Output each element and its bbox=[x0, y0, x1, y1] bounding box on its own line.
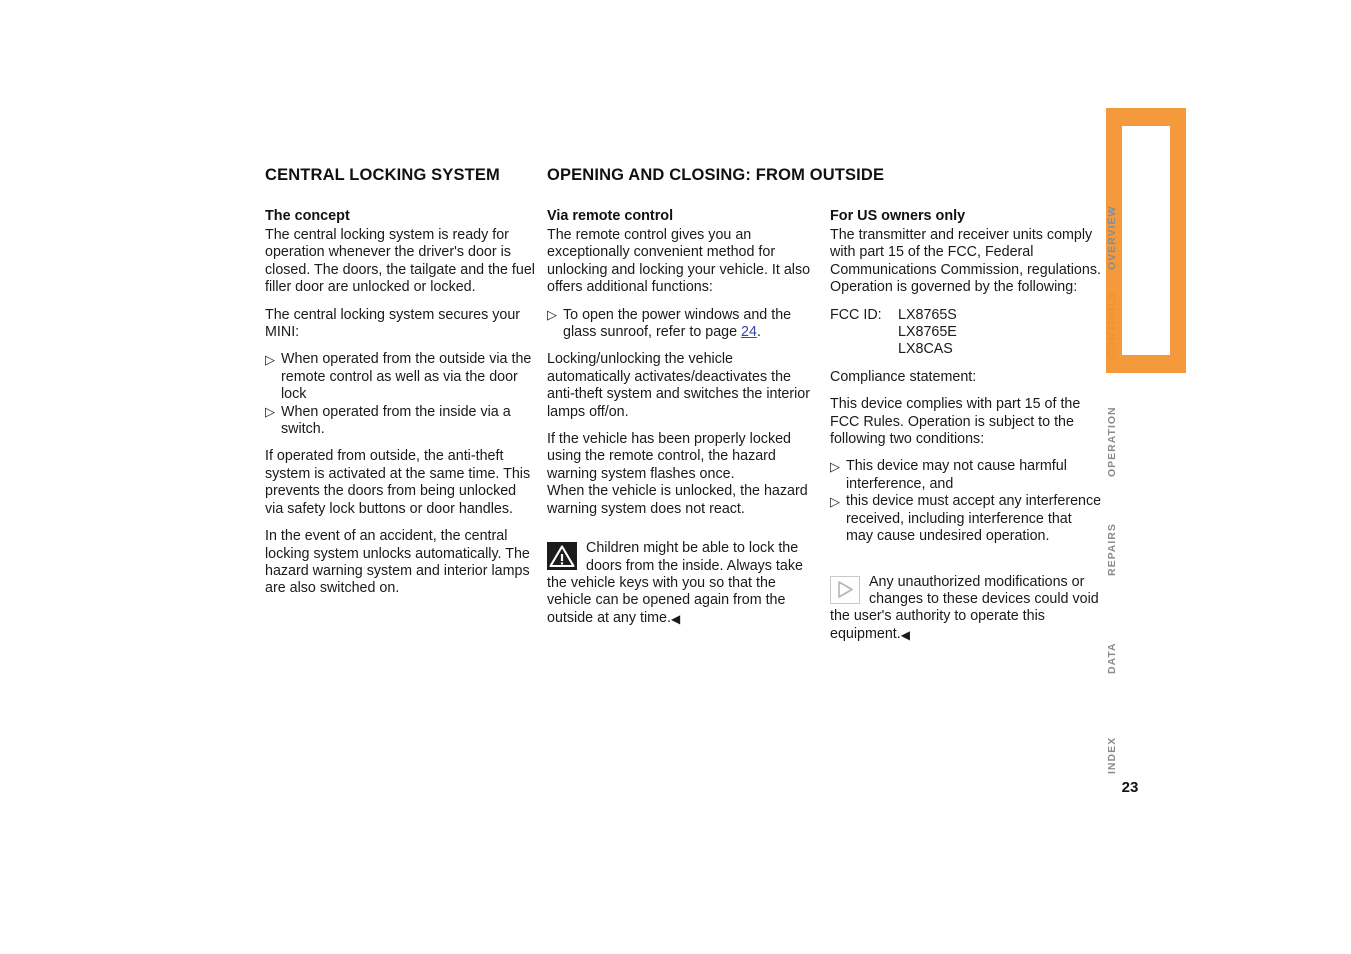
table-row: LX8765E bbox=[830, 324, 1102, 341]
paragraph: If the vehicle has been properly locked … bbox=[547, 431, 791, 482]
table-row: LX8CAS bbox=[830, 341, 1102, 358]
note-notice: Any unauthorized modifications or change… bbox=[830, 574, 1102, 644]
subheading-the-concept: The concept bbox=[265, 208, 350, 224]
subheading-via-remote-control: Via remote control bbox=[547, 208, 674, 224]
subheading-for-us-owners-only: For US owners only bbox=[830, 208, 966, 224]
list-item: ▷ When operated from the outside via the… bbox=[265, 351, 537, 403]
paragraph: This device complies with part 15 of the… bbox=[830, 396, 1081, 448]
sidebar-tab-controls[interactable]: CONTROLS bbox=[1106, 280, 1186, 370]
list-item: ▷ To open the power windows and the glas… bbox=[547, 307, 819, 342]
fcc-id-value: LX8CAS bbox=[898, 341, 953, 358]
sidebar-tab-repairs[interactable]: REPAIRS bbox=[1106, 500, 1186, 600]
bullet-list: ▷ To open the power windows and the glas… bbox=[547, 307, 819, 342]
paragraph: The central locking system is ready for … bbox=[265, 227, 535, 296]
triangle-bullet-icon: ▷ bbox=[265, 351, 275, 367]
page-number: 23 bbox=[1121, 779, 1139, 796]
section-end-marker: ◀ bbox=[670, 611, 681, 626]
list-item-label: This device may not cause harmful interf… bbox=[846, 458, 1067, 492]
fcc-id-value: LX8765S bbox=[898, 306, 957, 323]
paragraph: In the event of an accident, the central… bbox=[265, 528, 530, 597]
paragraph: Compliance statement: bbox=[830, 368, 977, 385]
list-item-label: this device must accept any interference… bbox=[846, 493, 1102, 545]
section-end-marker: ◀ bbox=[900, 627, 910, 642]
fcc-id-value: LX8765E bbox=[898, 324, 957, 341]
triangle-bullet-icon: ▷ bbox=[265, 404, 275, 420]
paragraph: The remote control gives you an exceptio… bbox=[547, 227, 811, 296]
column-one: The concept The central locking system i… bbox=[265, 207, 537, 608]
sidebar-tab-operation[interactable]: OPERATION bbox=[1106, 382, 1186, 502]
paragraph: The transmitter and receiver units compl… bbox=[830, 227, 1101, 296]
fcc-id-label-blank bbox=[830, 341, 898, 358]
triangle-bullet-icon: ▷ bbox=[830, 458, 840, 474]
bullet-list: ▷ This device may not cause harmful inte… bbox=[830, 458, 1102, 545]
warning-triangle-icon bbox=[547, 542, 577, 571]
triangle-bullet-icon: ▷ bbox=[830, 493, 840, 509]
manual-page: CENTRAL LOCKING SYSTEM OPENING AND CLOSI… bbox=[0, 0, 1351, 954]
list-item-text-tail: . bbox=[756, 324, 761, 341]
list-item-label: To open the power windows and the glass … bbox=[563, 307, 791, 340]
note-text: Any unauthorized modifications or change… bbox=[830, 574, 1102, 644]
paragraph: When the vehicle is unlocked, the hazard… bbox=[547, 483, 808, 517]
table-row: FCC ID: LX8765S bbox=[830, 307, 1102, 324]
list-item: ▷ this device must accept any interferen… bbox=[830, 493, 1102, 545]
page-reference-link[interactable]: 24 bbox=[741, 324, 757, 340]
section-title-central-locking: CENTRAL LOCKING SYSTEM bbox=[265, 166, 500, 184]
chapter-tab-rail: OVERVIEW CONTROLS OPERATION REPAIRS DATA… bbox=[1106, 0, 1226, 954]
list-item: ▷ This device may not cause harmful inte… bbox=[830, 458, 1102, 493]
sidebar-tab-data[interactable]: DATA bbox=[1106, 618, 1186, 698]
list-item: ▷ When operated from the inside via a sw… bbox=[265, 404, 537, 439]
paragraph: If operated from outside, the anti-theft… bbox=[265, 448, 531, 517]
bullet-list: ▷ When operated from the outside via the… bbox=[265, 351, 537, 438]
list-item-label: When operated from the inside via a swit… bbox=[281, 403, 511, 438]
note-text-value: Any unauthorized modifications or change… bbox=[830, 573, 1099, 642]
paragraph: The central locking system secures your … bbox=[265, 306, 521, 341]
section-title-opening-closing: OPENING AND CLOSING: FROM OUTSIDE bbox=[547, 166, 885, 184]
triangle-bullet-icon: ▷ bbox=[547, 307, 557, 323]
list-item-label: When operated from the outside via the r… bbox=[281, 351, 532, 403]
column-three: For US owners only The transmitter and r… bbox=[830, 207, 1102, 643]
warning-notice: Children might be able to lock the doors… bbox=[547, 540, 819, 627]
paragraph: Locking/unlocking the vehicle automatica… bbox=[547, 351, 811, 420]
fcc-id-table: FCC ID: LX8765S LX8765E LX8CAS bbox=[830, 307, 1102, 359]
note-triangle-icon bbox=[830, 575, 860, 604]
fcc-id-label: FCC ID: bbox=[830, 306, 882, 323]
column-two: Via remote control The remote control gi… bbox=[547, 207, 819, 627]
warning-text: Children might be able to lock the doors… bbox=[547, 540, 819, 627]
fcc-id-label-blank bbox=[830, 324, 898, 341]
